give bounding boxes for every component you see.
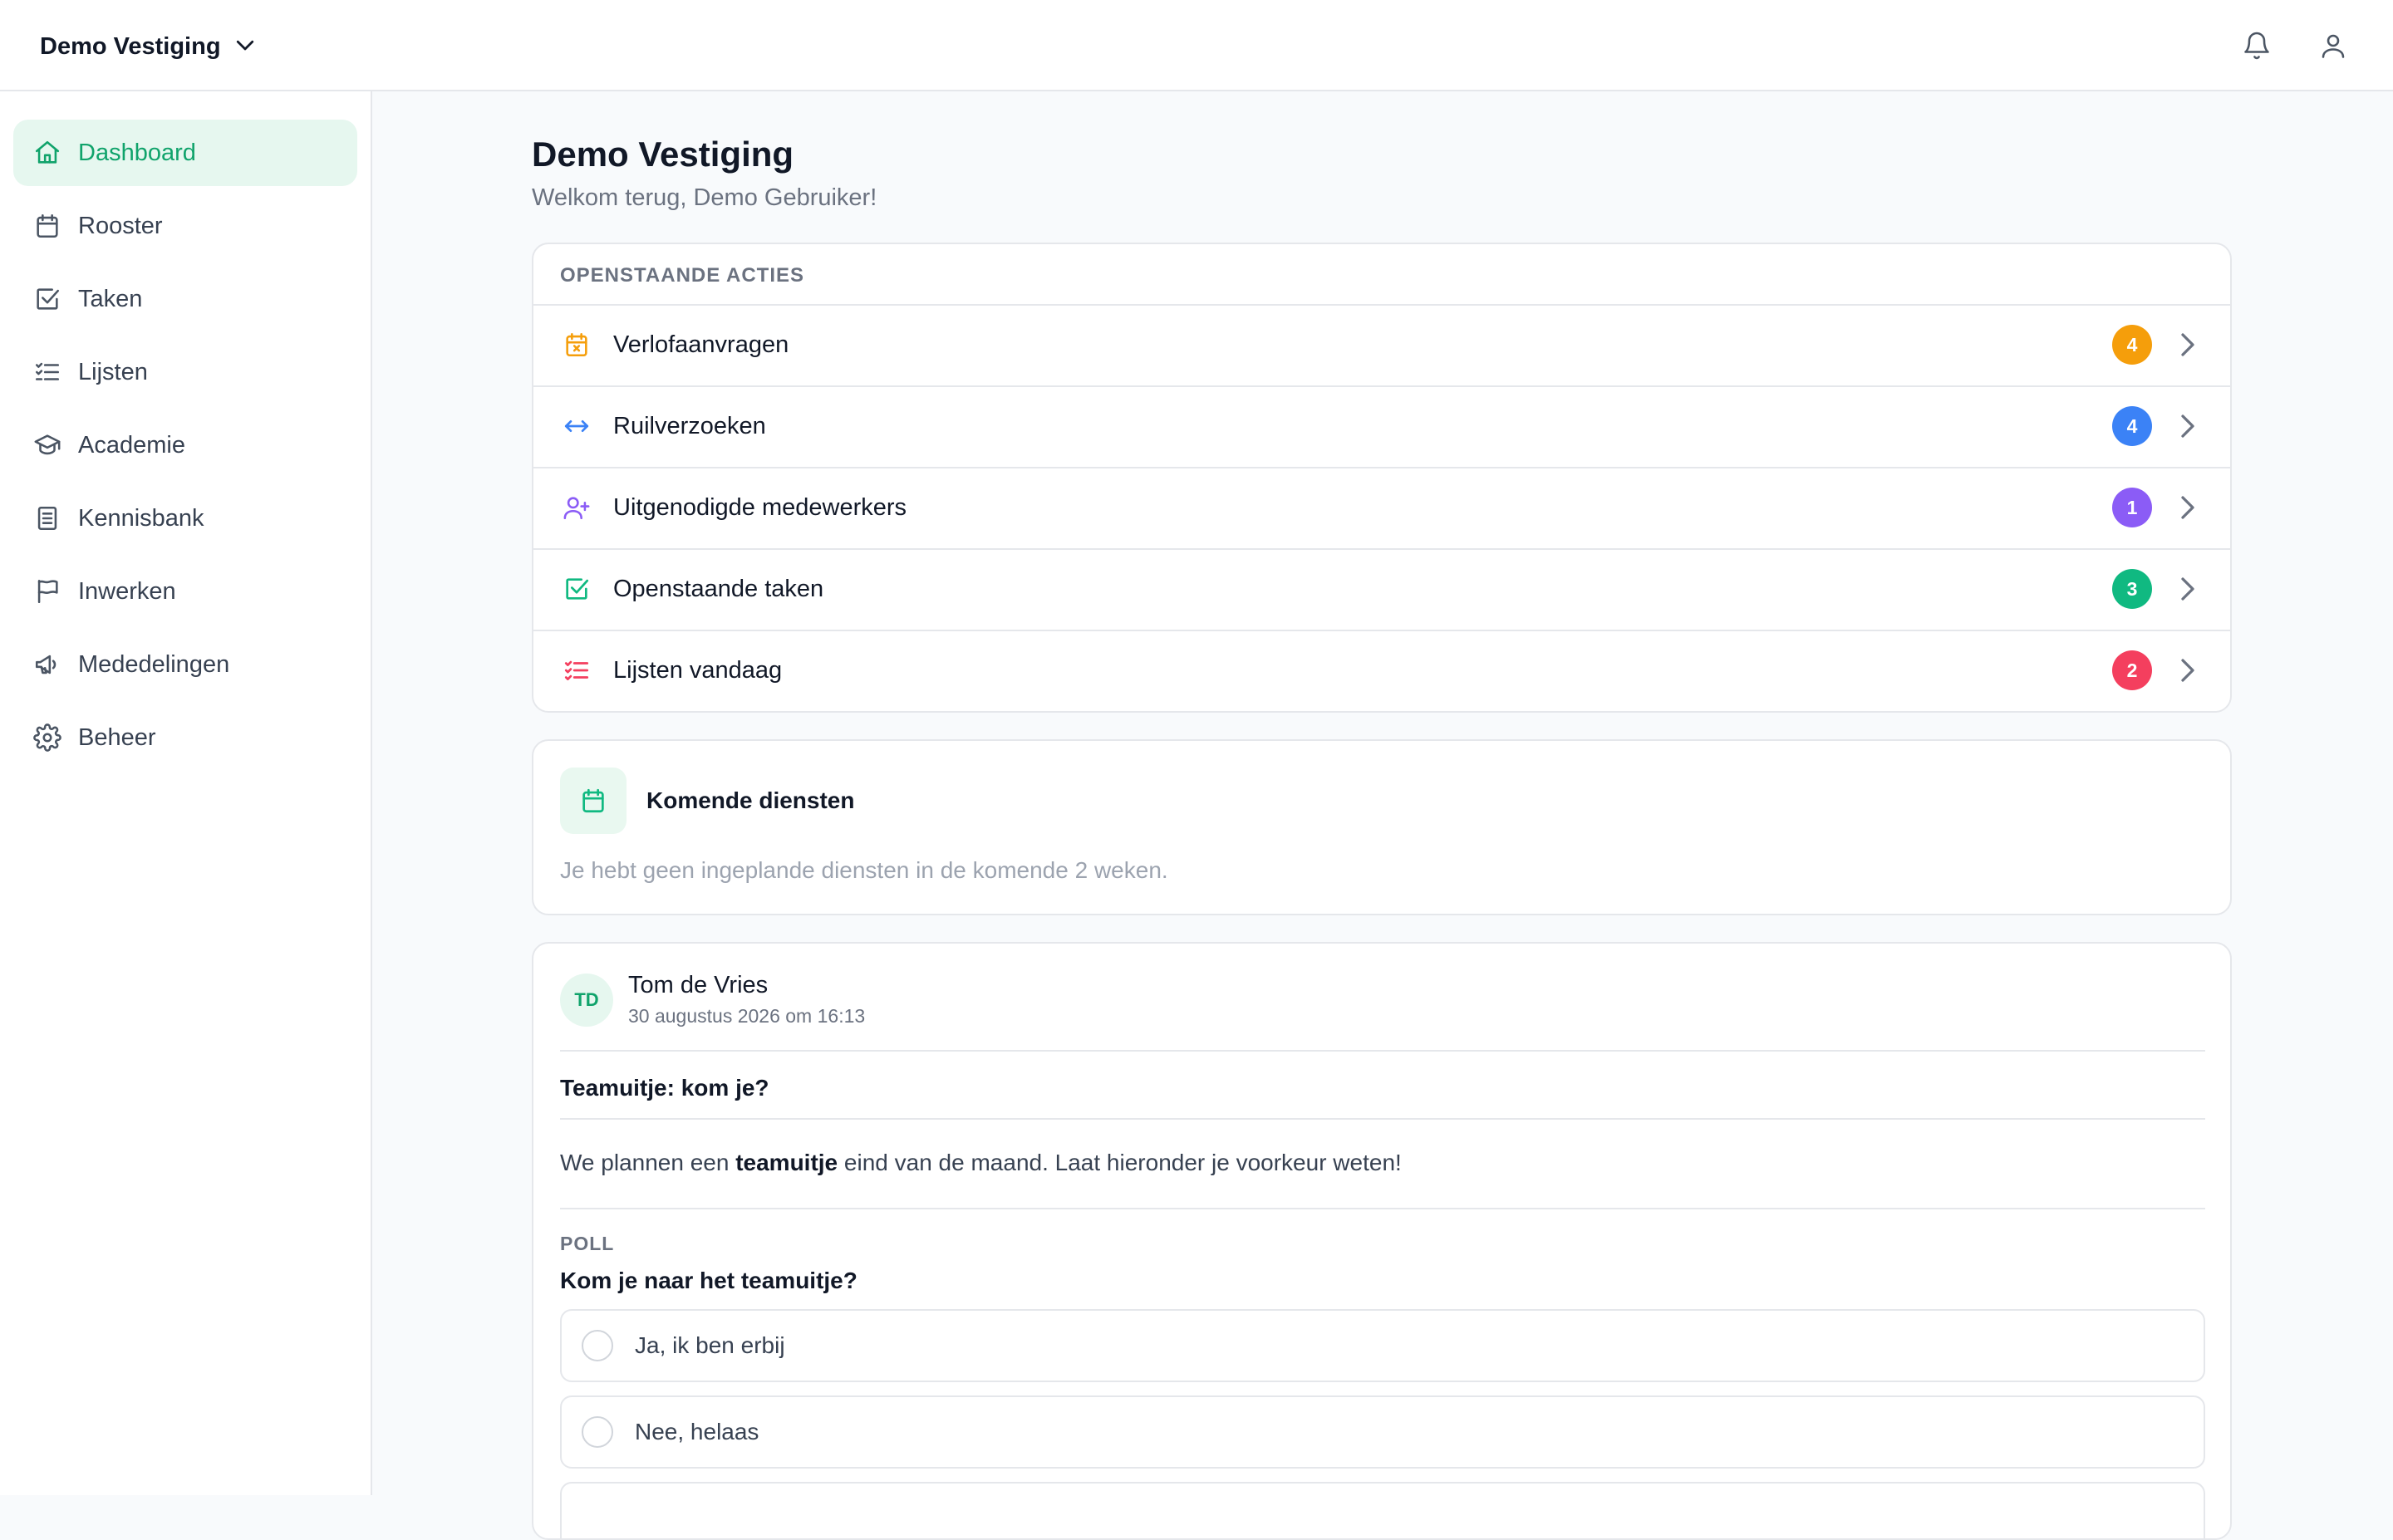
graduation-cap-icon xyxy=(32,429,63,461)
body-text: We plannen een xyxy=(560,1150,736,1175)
body-text: eind van de maand. Laat hieronder je voo… xyxy=(838,1150,1402,1175)
sidebar-item-taken[interactable]: Taken xyxy=(13,266,357,332)
app-root: Demo Vestiging Dashboard Rooster Taken L… xyxy=(0,0,2393,1540)
sidebar-item-mededelingen[interactable]: Mededelingen xyxy=(13,631,357,698)
post-timestamp: 30 augustus 2026 om 16:13 xyxy=(628,1005,866,1027)
sidebar-item-label: Inwerken xyxy=(78,577,176,605)
action-label: Verlofaanvragen xyxy=(613,331,789,358)
chevron-down-icon xyxy=(233,32,258,61)
sidebar-item-label: Academie xyxy=(78,431,185,459)
announcement-body: We plannen een teamuitje eind van de maa… xyxy=(560,1150,1402,1176)
action-label: Openstaande taken xyxy=(613,575,824,602)
sidebar-item-label: Mededelingen xyxy=(78,650,230,678)
sidebar-item-label: Dashboard xyxy=(78,139,196,166)
pending-actions-card: OPENSTAANDE ACTIES Verlofaanvragen 4 Rui… xyxy=(532,243,2232,713)
poll-option-yes[interactable]: Ja, ik ben erbij xyxy=(560,1309,2205,1382)
checklist-icon xyxy=(560,654,593,687)
page-title: Demo Vestiging xyxy=(532,135,794,174)
main-content: Demo Vestiging Welkom terug, Demo Gebrui… xyxy=(372,91,2393,1540)
calendar-icon xyxy=(32,210,63,242)
announcement-title: Teamuitje: kom je? xyxy=(560,1075,769,1101)
chevron-right-icon xyxy=(2175,328,2200,361)
sidebar-item-inwerken[interactable]: Inwerken xyxy=(13,558,357,625)
poll-option-no[interactable]: Nee, helaas xyxy=(560,1395,2205,1469)
divider xyxy=(560,1118,2205,1120)
sidebar-item-label: Taken xyxy=(78,285,143,312)
flag-icon xyxy=(32,576,63,607)
count-badge: 3 xyxy=(2112,569,2152,609)
action-row-swap-requests[interactable]: Ruilverzoeken 4 xyxy=(533,385,2230,465)
branch-selector[interactable]: Demo Vestiging xyxy=(40,28,258,65)
sidebar-item-beheer[interactable]: Beheer xyxy=(13,704,357,771)
megaphone-icon xyxy=(32,649,63,680)
sidebar-item-label: Kennisbank xyxy=(78,504,204,532)
top-bar: Demo Vestiging xyxy=(0,0,2393,91)
announcement-card: TD Tom de Vries 30 augustus 2026 om 16:1… xyxy=(532,942,2232,1540)
count-badge: 1 xyxy=(2112,488,2152,527)
count-badge: 2 xyxy=(2112,650,2152,690)
sidebar-item-label: Lijsten xyxy=(78,358,148,385)
upcoming-shifts-title: Komende diensten xyxy=(646,787,855,813)
avatar: TD xyxy=(560,974,613,1027)
checkbox-icon xyxy=(32,283,63,315)
document-icon xyxy=(32,503,63,534)
sidebar-item-lijsten[interactable]: Lijsten xyxy=(13,339,357,405)
home-icon xyxy=(32,137,63,169)
gear-icon xyxy=(32,722,63,753)
sidebar-item-academie[interactable]: Academie xyxy=(13,412,357,478)
author-name: Tom de Vries xyxy=(628,972,769,998)
poll-option-label: Ja, ik ben erbij xyxy=(635,1332,785,1358)
poll-option-partial[interactable] xyxy=(560,1482,2205,1538)
bell-icon[interactable] xyxy=(2238,27,2276,65)
poll-label: POLL xyxy=(560,1233,615,1254)
count-badge: 4 xyxy=(2112,406,2152,446)
empty-state-text: Je hebt geen ingeplande diensten in de k… xyxy=(560,857,1168,883)
body-bold-text: teamuitje xyxy=(735,1150,838,1175)
sidebar-item-label: Rooster xyxy=(78,212,163,239)
list-icon xyxy=(32,356,63,388)
sidebar-item-kennisbank[interactable]: Kennisbank xyxy=(13,485,357,552)
count-badge: 4 xyxy=(2112,325,2152,365)
chevron-right-icon xyxy=(2175,654,2200,687)
action-label: Lijsten vandaag xyxy=(613,656,783,684)
poll-question: Kom je naar het teamuitje? xyxy=(560,1268,857,1293)
sidebar-item-label: Beheer xyxy=(78,723,156,751)
action-row-leave-requests[interactable]: Verlofaanvragen 4 xyxy=(533,304,2230,384)
user-profile-icon[interactable] xyxy=(2314,27,2352,65)
divider xyxy=(560,1050,2205,1052)
action-label: Uitgenodigde medewerkers xyxy=(613,493,907,521)
user-plus-icon xyxy=(560,491,593,524)
action-row-open-tasks[interactable]: Openstaande taken 3 xyxy=(533,548,2230,628)
action-row-lists-today[interactable]: Lijsten vandaag 2 xyxy=(533,630,2230,709)
branch-name: Demo Vestiging xyxy=(40,32,221,60)
chevron-right-icon xyxy=(2175,491,2200,524)
poll-option-label: Nee, helaas xyxy=(635,1419,759,1444)
chevron-right-icon xyxy=(2175,572,2200,606)
checkbox-icon xyxy=(560,572,593,606)
divider xyxy=(560,1208,2205,1209)
section-heading: OPENSTAANDE ACTIES xyxy=(560,264,805,287)
sidebar: Dashboard Rooster Taken Lijsten Academie xyxy=(0,91,372,1495)
radio-button[interactable] xyxy=(582,1330,613,1361)
chevron-right-icon xyxy=(2175,410,2200,443)
sidebar-item-dashboard[interactable]: Dashboard xyxy=(13,120,357,186)
radio-button[interactable] xyxy=(582,1416,613,1448)
calendar-x-icon xyxy=(560,328,593,361)
upcoming-shifts-card: Komende diensten Je hebt geen ingeplande… xyxy=(532,739,2232,915)
page-subtitle: Welkom terug, Demo Gebruiker! xyxy=(532,184,877,211)
sidebar-item-rooster[interactable]: Rooster xyxy=(13,193,357,259)
swap-arrows-icon xyxy=(560,410,593,443)
action-label: Ruilverzoeken xyxy=(613,412,766,439)
action-row-invited-employees[interactable]: Uitgenodigde medewerkers 1 xyxy=(533,467,2230,547)
calendar-icon xyxy=(560,768,627,834)
